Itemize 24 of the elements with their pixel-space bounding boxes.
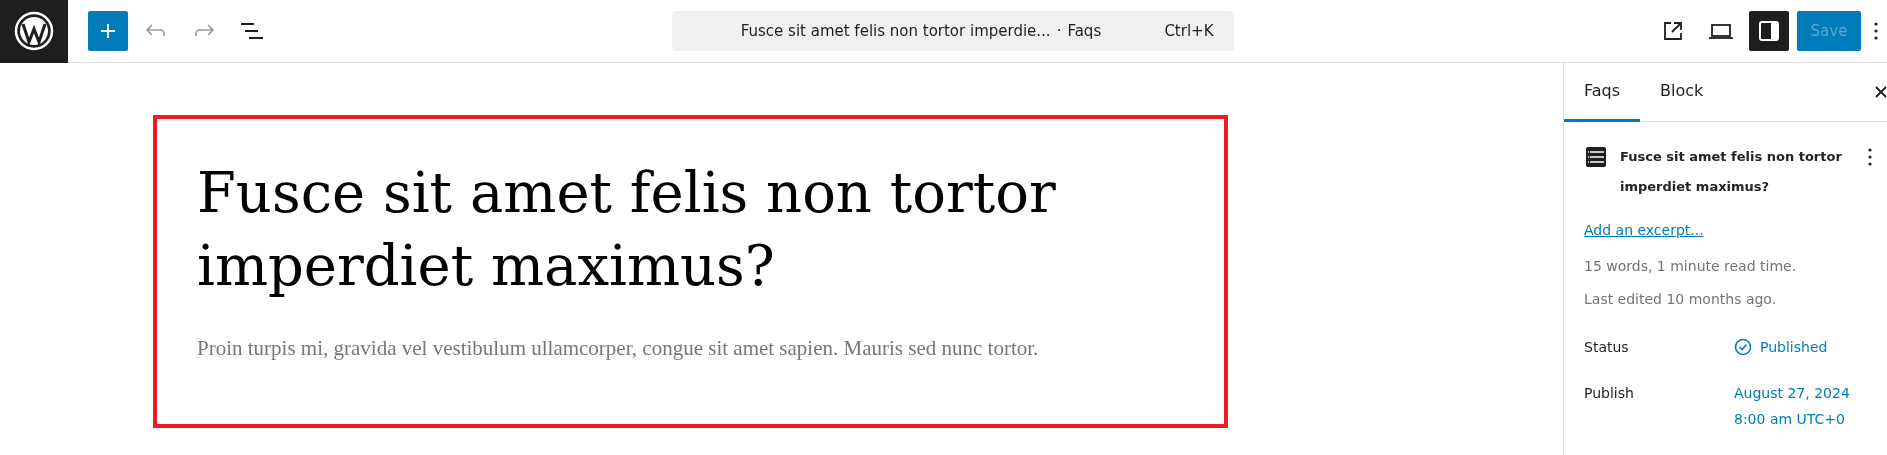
preview-icon	[1708, 21, 1734, 41]
post-paragraph[interactable]: Proin turpis mi, gravida vel vestibulum ullamcorper, congue sit amet sapien. Mauris sed nunc tortor.	[197, 332, 1184, 365]
wordpress-logo[interactable]	[0, 0, 68, 63]
post-info-text: Last edited 10 months ago.	[1584, 289, 1778, 309]
command-bar[interactable]: Fusce sit amet felis non tortor imperdie... · Faqs Ctrl+K	[671, 11, 1234, 51]
list-icon	[1584, 145, 1608, 169]
publish-date-button[interactable]: August 27, 2024 8:00 am UTC+0	[1734, 379, 1854, 432]
sidebar-toggle-button[interactable]	[1749, 11, 1789, 51]
add-block-button[interactable]	[88, 11, 128, 51]
excerpt-link[interactable]: Add an excerpt...	[1584, 220, 1704, 241]
field-label: Publish	[1584, 383, 1635, 403]
more-icon	[1868, 148, 1873, 166]
sidebar-tab[interactable]: Block	[1640, 62, 1724, 122]
field-label: Status	[1584, 337, 1630, 357]
status-button[interactable]: Published	[1760, 333, 1828, 360]
post-info-text: 15 words, 1 minute read time.	[1584, 256, 1798, 276]
sidebar-toggle-icon	[1758, 20, 1780, 42]
post-title: Fusce sit amet felis non tortor imperdiet maximus?	[1620, 148, 1843, 196]
plus-icon	[98, 21, 118, 41]
more-icon	[1874, 22, 1878, 40]
view-post-icon	[1662, 20, 1684, 42]
sidebar-tab[interactable]: Faqs	[1564, 62, 1641, 122]
post-heading[interactable]: Fusce sit amet felis non tortor imperdiet maximus?	[197, 157, 1184, 303]
check-circle-icon	[1734, 337, 1752, 356]
